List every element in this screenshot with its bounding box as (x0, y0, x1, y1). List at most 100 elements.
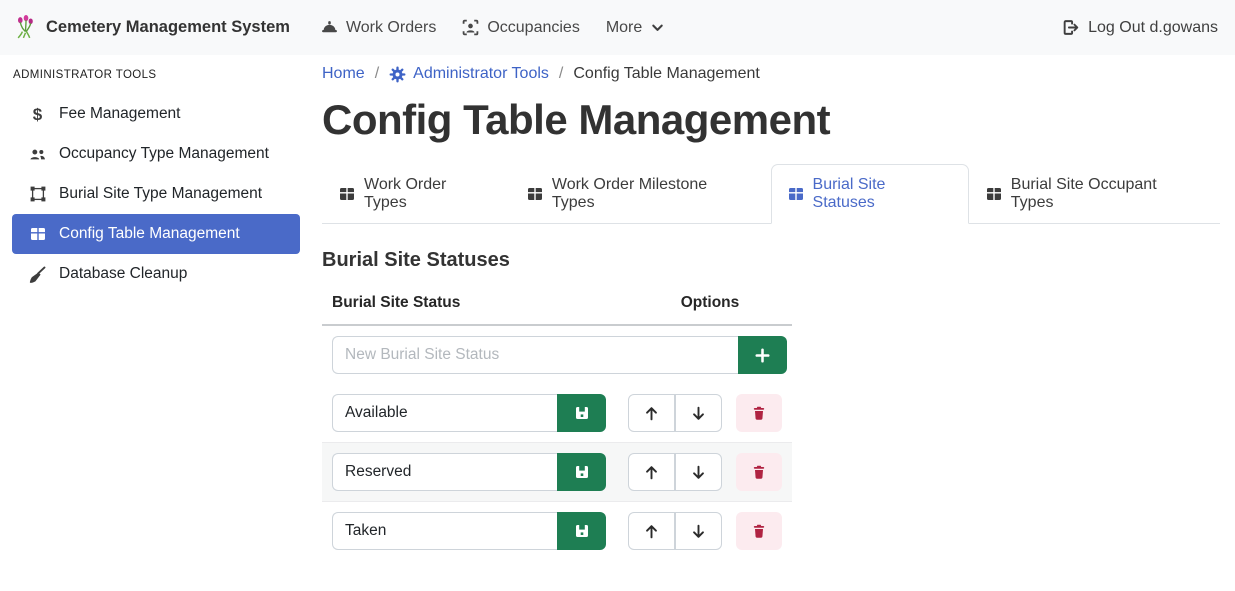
new-status-input[interactable] (332, 336, 738, 374)
tab-label: Work Order Types (364, 176, 493, 212)
section-heading: Burial Site Statuses (322, 249, 1220, 272)
sidebar-item-burial-site-type-management[interactable]: Burial Site Type Management (12, 174, 300, 214)
brand-title: Cemetery Management System (46, 18, 290, 37)
delete-button[interactable] (736, 453, 782, 491)
sidebar-item-database-cleanup[interactable]: Database Cleanup (12, 254, 300, 294)
breadcrumb-label: Administrator Tools (413, 65, 549, 83)
brand-link[interactable]: Cemetery Management System (15, 15, 290, 40)
top-navbar: Cemetery Management System Work Orders (0, 0, 1235, 55)
trash-icon (751, 523, 767, 539)
status-input[interactable] (332, 512, 557, 550)
arrow-down-icon (690, 464, 707, 481)
reorder-button-group (628, 394, 722, 432)
person-frame-icon (462, 19, 479, 36)
tab-label: Burial Site Statuses (813, 176, 952, 212)
arrow-up-icon (643, 523, 660, 540)
table-row (322, 502, 792, 560)
breadcrumb-separator: / (559, 65, 563, 83)
save-icon (574, 464, 590, 480)
nav-item-label: Work Orders (346, 19, 436, 37)
move-down-button[interactable] (675, 512, 722, 550)
table-header-row: Burial Site Status Options (322, 288, 792, 326)
add-status-button[interactable] (738, 336, 787, 374)
move-down-button[interactable] (675, 453, 722, 491)
breadcrumb-home-link[interactable]: Home (322, 65, 365, 83)
nav-item-more[interactable]: More (593, 11, 678, 45)
page-title: Config Table Management (322, 96, 1220, 144)
hard-hat-icon (321, 19, 338, 36)
save-icon (574, 405, 590, 421)
nav-item-label: More (606, 19, 642, 37)
sidebar-item-fee-management[interactable]: $ Fee Management (12, 94, 300, 134)
arrow-down-icon (690, 405, 707, 422)
column-header-options: Options (628, 288, 792, 324)
move-down-button[interactable] (675, 394, 722, 432)
save-button[interactable] (557, 512, 606, 550)
gear-icon (389, 66, 406, 83)
tab-burial-site-occupant-types[interactable]: Burial Site Occupant Types (969, 164, 1220, 224)
move-up-button[interactable] (628, 512, 675, 550)
table-icon (788, 186, 804, 202)
breadcrumb-label: Home (322, 65, 365, 83)
reorder-button-group (628, 453, 722, 491)
trash-icon (751, 464, 767, 480)
column-header-status: Burial Site Status (322, 288, 628, 324)
broom-icon (29, 266, 46, 283)
tab-work-order-types[interactable]: Work Order Types (322, 164, 510, 224)
arrow-up-icon (643, 405, 660, 422)
tab-label: Burial Site Occupant Types (1011, 176, 1203, 212)
sidebar-item-label: Occupancy Type Management (59, 145, 269, 163)
save-button[interactable] (557, 394, 606, 432)
breadcrumb-current: Config Table Management (573, 65, 760, 83)
table-row (322, 384, 792, 442)
breadcrumb: Home / Administrator Tools / Config (322, 65, 1220, 83)
tulip-logo-icon (15, 15, 36, 40)
chevron-down-icon (650, 20, 665, 35)
tab-bar: Work Order Types Work Order Milestone Ty… (322, 164, 1220, 224)
people-icon (29, 146, 46, 163)
logout-label: Log Out d.gowans (1088, 19, 1218, 37)
move-up-button[interactable] (628, 453, 675, 491)
table-icon (29, 226, 46, 242)
arrow-down-icon (690, 523, 707, 540)
breadcrumb-admin-tools-link[interactable]: Administrator Tools (389, 65, 549, 83)
nav-item-work-orders[interactable]: Work Orders (308, 11, 449, 45)
bounding-box-icon (29, 186, 46, 202)
sidebar-item-occupancy-type-management[interactable]: Occupancy Type Management (12, 134, 300, 174)
delete-button[interactable] (736, 512, 782, 550)
navbar-links: Work Orders Occupancies More (308, 11, 678, 45)
trash-icon (751, 405, 767, 421)
logout-button[interactable]: Log Out d.gowans (1060, 11, 1220, 45)
sidebar-header: ADMINISTRATOR TOOLS (13, 69, 300, 81)
sidebar-item-config-table-management[interactable]: Config Table Management (12, 214, 300, 254)
tab-work-order-milestone-types[interactable]: Work Order Milestone Types (510, 164, 771, 224)
table-row-new (322, 326, 792, 384)
table-icon (527, 186, 543, 202)
reorder-button-group (628, 512, 722, 550)
table-row (322, 442, 792, 502)
tab-burial-site-statuses[interactable]: Burial Site Statuses (771, 164, 969, 224)
sidebar: ADMINISTRATOR TOOLS $ Fee Management Occ… (0, 55, 310, 294)
main-content: Home / Administrator Tools / Config (310, 55, 1235, 560)
logout-icon (1062, 19, 1079, 36)
delete-button[interactable] (736, 394, 782, 432)
dollar-icon: $ (29, 106, 46, 123)
table-icon (339, 186, 355, 202)
move-up-button[interactable] (628, 394, 675, 432)
sidebar-item-label: Database Cleanup (59, 265, 187, 283)
save-icon (574, 523, 590, 539)
arrow-up-icon (643, 464, 660, 481)
tab-label: Work Order Milestone Types (552, 176, 754, 212)
nav-item-occupancies[interactable]: Occupancies (449, 11, 593, 45)
status-input[interactable] (332, 394, 557, 432)
sidebar-item-label: Burial Site Type Management (59, 185, 262, 203)
breadcrumb-separator: / (375, 65, 379, 83)
save-button[interactable] (557, 453, 606, 491)
plus-icon (754, 347, 771, 364)
status-input[interactable] (332, 453, 557, 491)
sidebar-item-label: Config Table Management (59, 225, 240, 243)
config-table: Burial Site Status Options (322, 288, 792, 560)
sidebar-item-label: Fee Management (59, 105, 181, 123)
nav-item-label: Occupancies (487, 19, 580, 37)
table-icon (986, 186, 1002, 202)
